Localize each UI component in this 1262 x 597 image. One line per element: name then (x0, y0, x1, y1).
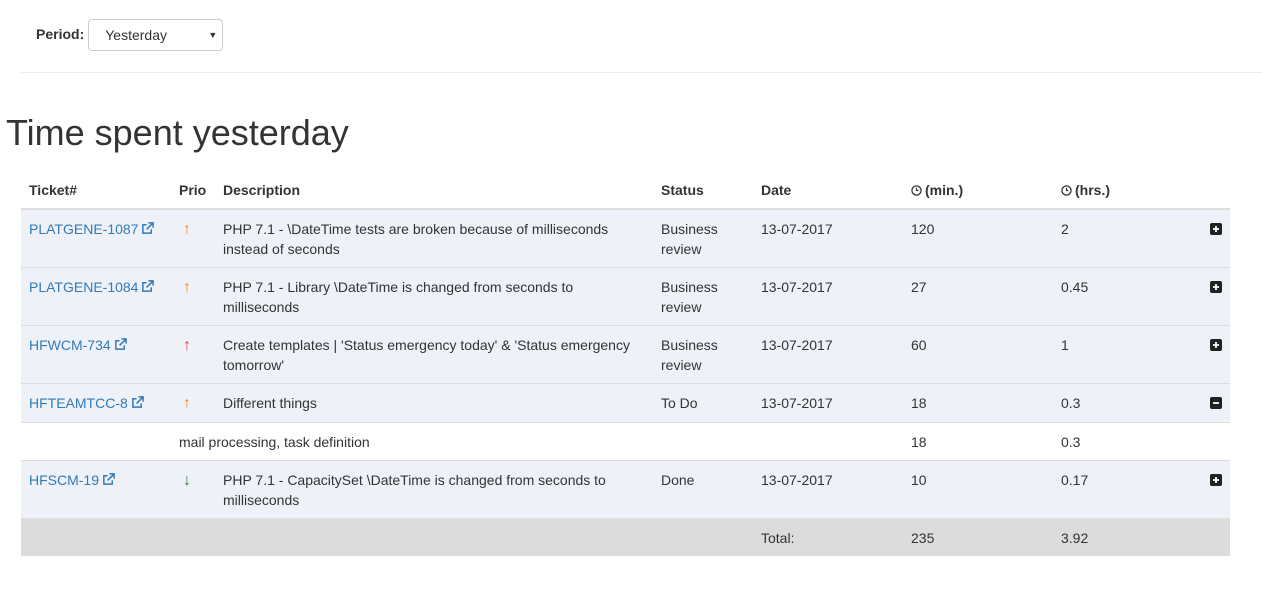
arrow-up-icon: ↑ (183, 279, 191, 296)
col-actions (1183, 172, 1230, 210)
col-hours[interactable]: (hrs.) (1053, 172, 1183, 210)
ticket-link[interactable]: PLATGENE-1087 (29, 221, 138, 237)
col-minutes[interactable]: (min.) (903, 172, 1053, 210)
clock-icon (1061, 185, 1072, 196)
ticket-link[interactable]: HFTEAMTCC-8 (29, 395, 128, 411)
arrow-down-icon: ↓ (183, 472, 191, 489)
hours-cell: 0.17 (1053, 460, 1183, 519)
prio-cell: ↑ (171, 267, 215, 326)
prio-cell: ↓ (171, 460, 215, 519)
arrow-up-icon: ↑ (183, 337, 191, 354)
date-cell: 13-07-2017 (753, 460, 903, 519)
description-cell: Create templates | 'Status emergency tod… (215, 325, 653, 384)
prio-cell: ↑ (171, 383, 215, 423)
total-label: Total: (753, 518, 903, 556)
plus-square-icon[interactable] (1210, 474, 1222, 486)
external-link-icon[interactable] (141, 280, 155, 293)
col-date[interactable]: Date (753, 172, 903, 210)
ticket-cell: HFTEAMTCC-8 (21, 383, 171, 423)
external-link-icon[interactable] (114, 338, 127, 351)
ticket-cell: HFWCM-734 (21, 325, 171, 384)
toggle-cell (1183, 460, 1230, 519)
plus-square-icon[interactable] (1210, 223, 1222, 235)
minutes-cell: 27 (903, 267, 1053, 326)
ticket-cell: PLATGENE-1087 (21, 208, 171, 268)
detail-spacer (21, 422, 171, 461)
ticket-link[interactable]: HFWCM-734 (29, 337, 111, 353)
period-label: Period: (36, 26, 85, 42)
ticket-link[interactable]: PLATGENE-1084 (29, 279, 138, 295)
col-description[interactable]: Description (215, 172, 653, 210)
plus-square-icon[interactable] (1210, 281, 1222, 293)
arrow-up-icon: ↑ (183, 221, 191, 238)
description-cell: PHP 7.1 - CapacitySet \DateTime is chang… (215, 460, 653, 519)
status-cell: To Do (653, 383, 753, 423)
table-header-row: Ticket# Prio Description Status Date (mi… (21, 172, 1230, 210)
total-minutes: 235 (903, 518, 1053, 556)
hours-cell: 1 (1053, 325, 1183, 384)
description-cell: PHP 7.1 - Library \DateTime is changed f… (215, 267, 653, 326)
date-cell: 13-07-2017 (753, 208, 903, 268)
divider (21, 72, 1262, 73)
minus-square-icon[interactable] (1210, 397, 1222, 409)
col-minutes-label: (min.) (925, 182, 964, 198)
hours-cell: 0.45 (1053, 267, 1183, 326)
page-title: Time spent yesterday (6, 112, 349, 153)
minutes-cell: 120 (903, 208, 1053, 268)
date-cell: 13-07-2017 (753, 267, 903, 326)
external-link-icon[interactable] (131, 396, 144, 409)
table-row: HFWCM-734 ↑ Create templates | 'Status e… (21, 325, 1230, 384)
col-hours-label: (hrs.) (1075, 182, 1110, 198)
detail-actions (1183, 422, 1230, 461)
period-select[interactable]: Yesterday ▼ (88, 19, 224, 51)
hours-cell: 2 (1053, 208, 1183, 268)
toggle-cell (1183, 383, 1230, 423)
ticket-link[interactable]: HFSCM-19 (29, 472, 99, 488)
plus-square-icon[interactable] (1210, 339, 1222, 351)
toggle-cell (1183, 325, 1230, 384)
period-select-value: Yesterday (105, 27, 167, 43)
status-cell: Business review (653, 267, 753, 326)
chevron-down-icon: ▼ (208, 30, 218, 40)
hours-cell: 0.3 (1053, 383, 1183, 423)
minutes-cell: 10 (903, 460, 1053, 519)
toggle-cell (1183, 208, 1230, 268)
time-table: Ticket# Prio Description Status Date (mi… (21, 172, 1230, 556)
detail-hours: 0.3 (1053, 422, 1183, 461)
status-cell: Done (653, 460, 753, 519)
date-cell: 13-07-2017 (753, 325, 903, 384)
total-row: Total: 235 3.92 (21, 518, 1230, 556)
toggle-cell (1183, 267, 1230, 326)
description-cell: Different things (215, 383, 653, 423)
detail-minutes: 18 (903, 422, 1053, 461)
col-ticket[interactable]: Ticket# (21, 172, 171, 210)
ticket-cell: HFSCM-19 (21, 460, 171, 519)
ticket-cell: PLATGENE-1084 (21, 267, 171, 326)
external-link-icon[interactable] (102, 473, 115, 486)
description-cell: PHP 7.1 - \DateTime tests are broken bec… (215, 208, 653, 268)
col-status[interactable]: Status (653, 172, 753, 210)
status-cell: Business review (653, 325, 753, 384)
prio-cell: ↑ (171, 208, 215, 268)
detail-text: mail processing, task definition (171, 422, 903, 461)
arrow-up-icon: ↑ (183, 395, 191, 412)
col-prio[interactable]: Prio (171, 172, 215, 210)
table-row: HFTEAMTCC-8 ↑ Different things To Do 13-… (21, 383, 1230, 423)
external-link-icon[interactable] (141, 222, 155, 235)
period-filter: Period: Yesterday ▼ (36, 18, 224, 52)
total-hours: 3.92 (1053, 518, 1183, 556)
clock-icon (911, 185, 922, 196)
table-row: PLATGENE-1084 ↑ PHP 7.1 - Library \DateT… (21, 267, 1230, 326)
date-cell: 13-07-2017 (753, 383, 903, 423)
table-row: PLATGENE-1087 ↑ PHP 7.1 - \DateTime test… (21, 208, 1230, 268)
status-cell: Business review (653, 208, 753, 268)
table-row: HFSCM-19 ↓ PHP 7.1 - CapacitySet \DateTi… (21, 460, 1230, 519)
minutes-cell: 60 (903, 325, 1053, 384)
minutes-cell: 18 (903, 383, 1053, 423)
prio-cell: ↑ (171, 325, 215, 384)
detail-row: mail processing, task definition 18 0.3 (21, 422, 1230, 461)
